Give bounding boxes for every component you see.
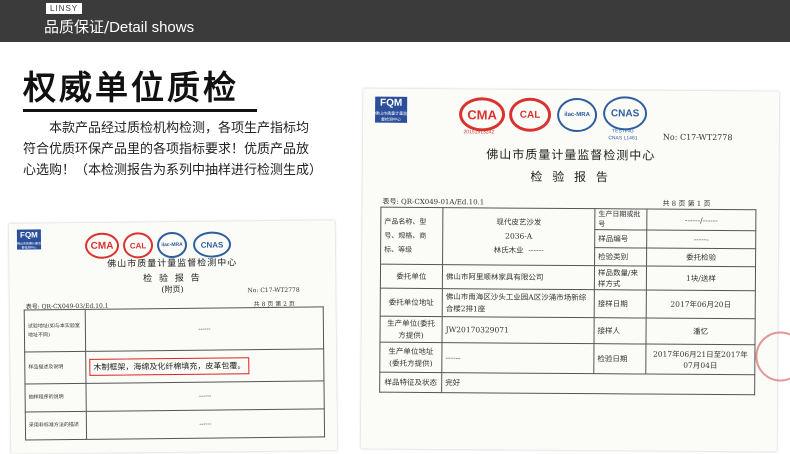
feature-value: 完好 — [441, 372, 755, 395]
page-title: 品质保证/Detail shows — [44, 17, 194, 38]
right-page-no: 共 8 页 第 1 页 — [662, 199, 711, 208]
table-row: 抽样程序的说明 ------ — [24, 380, 325, 413]
right-org-name: 佛山市质量计量监督检测中心 — [486, 147, 656, 163]
qty-label: 样品数量/来样方式 — [594, 265, 647, 291]
table-row: 委托单位 佛山市阿里顺林家具有限公司 样品数量/来样方式 1块/送样 — [380, 264, 756, 291]
row-label: 样品描述及说明 — [24, 351, 86, 385]
left-org-name: 佛山市质量计量监督检测中心 — [107, 258, 238, 270]
left-report-no: No: C17-WT2778 — [247, 286, 300, 295]
ilac-logo-icon: ilac-MRA — [556, 97, 598, 133]
test-date-value: 2017年06月21日至2017年07月04日 — [645, 344, 755, 375]
section-heading: 权威单位质检 — [23, 68, 239, 107]
right-form-no: 表号: QR-CX049-01A/Ed.10.1 — [382, 197, 485, 207]
product-model: 2036-A — [505, 231, 533, 241]
cal-logo-icon: CAL — [122, 232, 154, 259]
row-label: 采用非标准方法的描述 — [25, 411, 87, 441]
table-row: 委托单位地址 佛山市南海区沙头工业园A区沙涌市场新综合楼2排1座 接样日期 20… — [380, 288, 756, 319]
table-row: 产品名称、型号、规格、商标、等级 现代皮艺沙发 2036-A 林氏木业 ----… — [380, 207, 756, 266]
row-value-cell: 木制框架，海绵及化纤棉填充，皮革包覆。 — [85, 348, 324, 384]
brand-tag: LINSY — [46, 3, 83, 14]
sample-description-highlight: 木制框架，海绵及化纤棉填充，皮革包覆。 — [89, 357, 250, 376]
prod-date-value: ------/------ — [646, 209, 756, 231]
right-report-title: 检 验 报 告 — [530, 169, 611, 185]
row-value: ------ — [85, 380, 325, 412]
fqm-logo-icon: FQM 佛山市质量计量监督检测中心 — [16, 229, 42, 250]
red-seal-stamp-icon — [755, 331, 790, 382]
cnas-number: CNAS L1461 — [608, 135, 638, 142]
report-main-image: FQM 佛山市质量计量监督检测中心 CMA 2015191324Z CAL ila… — [360, 88, 790, 452]
title-cn: 品质保证/ — [44, 18, 110, 36]
fqm-logo-icon: FQM 佛山市质量计量监督检测中心 — [375, 96, 408, 123]
feature-label: 样品特征及状态 — [379, 372, 442, 393]
qty-value: 1块/送样 — [646, 266, 756, 291]
table-row: 采用非标准方法的描述 ------ — [25, 408, 325, 441]
client-value: 佛山市阿里顺林家具有限公司 — [442, 264, 595, 290]
batch-label: 生产单位(委托方提供) — [379, 316, 443, 343]
receiver-value: 潘忆 — [645, 318, 756, 345]
product-info-cell: 现代皮艺沙发 2036-A 林氏木业 ------ — [442, 207, 595, 266]
receive-date-label: 接样日期 — [594, 289, 647, 319]
receiver-label: 接样人 — [593, 317, 647, 345]
row-label: 抽样程序的说明 — [24, 383, 87, 413]
product-label: 产品名称、型号、规格、商标、等级 — [380, 207, 443, 265]
sample-no-value: ------ — [646, 230, 756, 249]
table-row: 生产单位地址(委托方提供) ------ 检验日期 2017年06月21日至20… — [379, 342, 755, 375]
row-value: ------ — [85, 306, 324, 352]
cnas-testing-label: TESTING — [612, 128, 634, 135]
heading-underline — [23, 109, 257, 112]
cal-logo-icon: CAL — [508, 97, 552, 132]
sample-no-label: 样品编号 — [594, 229, 647, 249]
ilac-logo-icon: ilac-MRA — [156, 231, 188, 259]
client-label: 委托单位 — [380, 264, 443, 289]
title-en: Detail shows — [109, 19, 195, 36]
test-type-value: 委托检验 — [646, 248, 756, 267]
test-date-label: 检验日期 — [593, 343, 646, 375]
section-description: 本款产品经过质检机构检测，各项生产指标均符合优质环保产品里的各项指标要求！优质产… — [23, 121, 323, 178]
row-value: ------ — [86, 408, 325, 440]
batch-value: JW20170329071 — [441, 316, 595, 344]
client-addr-label: 委托单位地址 — [380, 288, 443, 317]
cnas-logo-icon: CNAS — [602, 96, 648, 131]
table-row: 试验地址(如与本实验室地址不同) ------ — [24, 306, 324, 353]
left-report-table: 试验地址(如与本实验室地址不同) ------ 样品描述及说明 木制框架，海绵及… — [24, 306, 325, 441]
product-brand-grade: 林氏木业 ------ — [493, 245, 544, 255]
product-name: 现代皮艺沙发 — [496, 217, 542, 227]
test-type-label: 检验类别 — [594, 247, 647, 267]
row-label: 试验地址(如与本实验室地址不同) — [24, 309, 86, 353]
maker-addr-value: ------ — [441, 342, 594, 374]
table-row: 样品描述及说明 木制框架，海绵及化纤棉填充，皮革包覆。 — [24, 348, 324, 385]
cnas-logo-icon: CNAS — [192, 231, 232, 258]
report-appendix-image: FQM 佛山市质量计量监督检测中心 CMA CAL ilac-MRA CNAS 佛… — [8, 220, 338, 454]
client-addr-value: 佛山市南海区沙头工业园A区沙涌市场新综合楼2排1座 — [442, 288, 595, 318]
cma-number: 2015191324Z — [463, 129, 495, 136]
prod-date-label: 生产日期或批号 — [594, 208, 647, 231]
receive-date-value: 2017年06月20日 — [646, 290, 756, 319]
right-report-table: 产品名称、型号、规格、商标、等级 现代皮艺沙发 2036-A 林氏木业 ----… — [379, 207, 756, 396]
header-bar: LINSY 品质保证/Detail shows — [0, 0, 790, 42]
right-report-no: No: C17-WT2778 — [662, 132, 733, 143]
cma-logo-icon: CMA — [84, 232, 120, 259]
table-row: 样品特征及状态 完好 — [379, 372, 755, 395]
cma-logo-icon: CMA — [458, 97, 506, 132]
table-row: 生产单位(委托方提供) JW20170329071 接样人 潘忆 — [379, 316, 756, 345]
maker-addr-label: 生产单位地址(委托方提供) — [379, 342, 442, 373]
